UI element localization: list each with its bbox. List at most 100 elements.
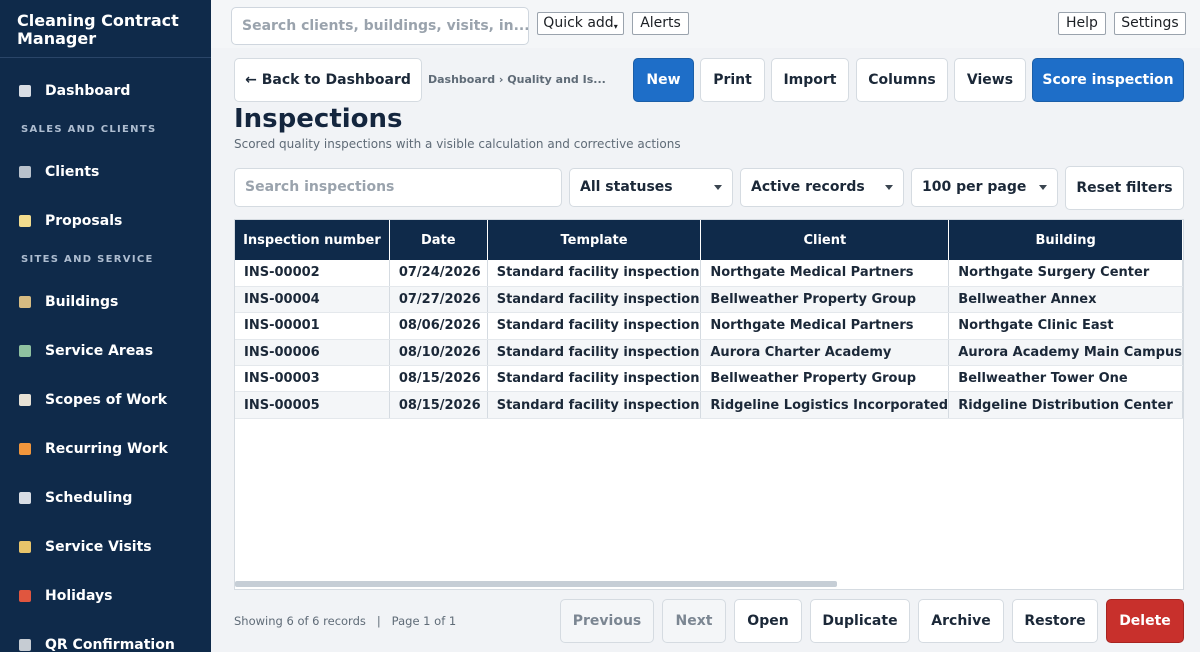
sidebar-item-recurring-work[interactable]: Recurring Work bbox=[0, 429, 211, 469]
sidebar-item-label: Clients bbox=[45, 164, 100, 180]
cell-inspection-number: INS-00002 bbox=[235, 260, 390, 287]
chevron-down-icon bbox=[885, 185, 893, 190]
record-count-status: Showing 6 of 6 records | Page 1 of 1 bbox=[234, 614, 457, 628]
import-button[interactable]: Import bbox=[771, 58, 849, 102]
score-inspection-button[interactable]: Score inspection bbox=[1032, 58, 1184, 102]
sidebar-item-label: Service Areas bbox=[45, 343, 154, 359]
quick-add-label: Quick add bbox=[543, 15, 614, 31]
sidebar-item-dashboard[interactable]: Dashboard bbox=[0, 71, 211, 111]
sidebar-item-label: Scheduling bbox=[45, 490, 133, 506]
cell-client: Northgate Medical Partners bbox=[700, 312, 950, 340]
delete-button[interactable]: Delete bbox=[1106, 599, 1184, 643]
table-row[interactable]: INS-00003 08/15/2026 Standard facility i… bbox=[235, 365, 1183, 393]
new-button[interactable]: New bbox=[633, 58, 694, 102]
cell-building: Northgate Clinic East bbox=[948, 312, 1183, 340]
horizontal-scrollbar[interactable] bbox=[235, 581, 837, 587]
table-row[interactable]: INS-00002 07/24/2026 Standard facility i… bbox=[235, 260, 1183, 287]
restore-button[interactable]: Restore bbox=[1012, 599, 1098, 643]
views-button[interactable]: Views bbox=[954, 58, 1026, 102]
cell-date: 08/06/2026 bbox=[389, 312, 488, 340]
cell-building: Northgate Surgery Center bbox=[948, 260, 1183, 287]
records-filter-select[interactable]: Active records bbox=[740, 168, 904, 207]
clipboard-icon bbox=[19, 394, 31, 406]
quick-add-select[interactable]: Quick add▾ bbox=[537, 12, 624, 35]
sidebar-item-clients[interactable]: Clients bbox=[0, 152, 211, 192]
cell-building: Bellweather Annex bbox=[948, 286, 1183, 314]
previous-page-button[interactable]: Previous bbox=[560, 599, 654, 643]
chevron-down-icon: ▾ bbox=[613, 22, 618, 31]
house-building-icon bbox=[19, 296, 31, 308]
cell-template: Standard facility inspection bbox=[487, 391, 702, 419]
status-filter-select[interactable]: All statuses bbox=[569, 168, 733, 207]
per-page-value: 100 per page bbox=[922, 179, 1027, 195]
bar-chart-icon bbox=[19, 85, 31, 97]
sidebar-item-label: Recurring Work bbox=[45, 441, 168, 457]
date-icon bbox=[19, 590, 31, 602]
back-to-dashboard-button[interactable]: ← Back to Dashboard bbox=[234, 58, 422, 102]
cell-inspection-number: INS-00004 bbox=[235, 286, 390, 314]
settings-button[interactable]: Settings bbox=[1114, 12, 1186, 35]
calendar-icon bbox=[19, 492, 31, 504]
map-icon bbox=[19, 345, 31, 357]
sidebar-item-scopes-of-work[interactable]: Scopes of Work bbox=[0, 380, 211, 420]
sidebar-item-buildings[interactable]: Buildings bbox=[0, 282, 211, 322]
sidebar-item-label: QR Confirmation bbox=[45, 637, 175, 652]
column-header-template[interactable]: Template bbox=[487, 220, 702, 260]
cell-template: Standard facility inspection bbox=[487, 339, 702, 367]
sidebar-item-holidays[interactable]: Holidays bbox=[0, 576, 211, 616]
sidebar-item-label: Service Visits bbox=[45, 539, 152, 555]
cell-client: Northgate Medical Partners bbox=[700, 260, 950, 287]
page-subtitle: Scored quality inspections with a visibl… bbox=[234, 137, 681, 151]
table-row[interactable]: INS-00005 08/15/2026 Standard facility i… bbox=[235, 391, 1183, 419]
sidebar-item-service-visits[interactable]: Service Visits bbox=[0, 527, 211, 567]
broom-icon bbox=[19, 541, 31, 553]
sidebar: Cleaning Contract Manager Dashboard SALE… bbox=[0, 0, 211, 652]
column-header-building[interactable]: Building bbox=[948, 220, 1183, 260]
archive-button[interactable]: Archive bbox=[918, 599, 1004, 643]
column-header-date[interactable]: Date bbox=[389, 220, 488, 260]
cell-date: 07/27/2026 bbox=[389, 286, 488, 314]
reset-filters-button[interactable]: Reset filters bbox=[1065, 166, 1184, 210]
sidebar-item-label: Proposals bbox=[45, 213, 123, 229]
cell-building: Bellweather Tower One bbox=[948, 365, 1183, 393]
cell-template: Standard facility inspection bbox=[487, 312, 702, 340]
sidebar-item-label: Dashboard bbox=[45, 83, 131, 99]
table-row[interactable]: INS-00004 07/27/2026 Standard facility i… bbox=[235, 286, 1183, 314]
per-page-select[interactable]: 100 per page bbox=[911, 168, 1058, 207]
columns-button[interactable]: Columns bbox=[856, 58, 948, 102]
inspection-search-input[interactable]: Search inspections bbox=[234, 168, 562, 207]
cell-inspection-number: INS-00001 bbox=[235, 312, 390, 340]
status-filter-value: All statuses bbox=[580, 179, 673, 195]
sidebar-item-qr-confirmation[interactable]: QR Confirmation bbox=[0, 625, 211, 652]
cell-inspection-number: INS-00006 bbox=[235, 339, 390, 367]
column-header-inspection-number[interactable]: Inspection number bbox=[235, 220, 390, 260]
table-row[interactable]: INS-00001 08/06/2026 Standard facility i… bbox=[235, 312, 1183, 340]
office-building-icon bbox=[19, 166, 31, 178]
duplicate-button[interactable]: Duplicate bbox=[810, 599, 910, 643]
sidebar-item-label: Holidays bbox=[45, 588, 113, 604]
sidebar-divider bbox=[0, 57, 211, 58]
sidebar-item-service-areas[interactable]: Service Areas bbox=[0, 331, 211, 371]
cell-client: Aurora Charter Academy bbox=[700, 339, 950, 367]
print-button[interactable]: Print bbox=[700, 58, 765, 102]
inspections-table: Inspection number Date Template Client B… bbox=[234, 219, 1184, 590]
help-button[interactable]: Help bbox=[1058, 12, 1106, 35]
next-page-button[interactable]: Next bbox=[662, 599, 726, 643]
open-button[interactable]: Open bbox=[734, 599, 802, 643]
cell-template: Standard facility inspection bbox=[487, 286, 702, 314]
alerts-button[interactable]: Alerts bbox=[632, 12, 689, 35]
sidebar-item-scheduling[interactable]: Scheduling bbox=[0, 478, 211, 518]
sidebar-item-proposals[interactable]: Proposals bbox=[0, 201, 211, 241]
page-title: Inspections bbox=[234, 104, 403, 134]
cell-client: Bellweather Property Group bbox=[700, 286, 950, 314]
cell-template: Standard facility inspection bbox=[487, 365, 702, 393]
records-filter-value: Active records bbox=[751, 179, 865, 195]
table-header-row: Inspection number Date Template Client B… bbox=[235, 220, 1183, 260]
cell-client: Bellweather Property Group bbox=[700, 365, 950, 393]
breadcrumb[interactable]: Dashboard › Quality and Is... bbox=[428, 73, 606, 86]
column-header-client[interactable]: Client bbox=[700, 220, 950, 260]
app-title: Cleaning Contract Manager bbox=[17, 11, 179, 48]
cell-date: 08/15/2026 bbox=[389, 365, 488, 393]
global-search-input[interactable]: Search clients, buildings, visits, in... bbox=[231, 7, 529, 45]
table-row[interactable]: INS-00006 08/10/2026 Standard facility i… bbox=[235, 339, 1183, 367]
